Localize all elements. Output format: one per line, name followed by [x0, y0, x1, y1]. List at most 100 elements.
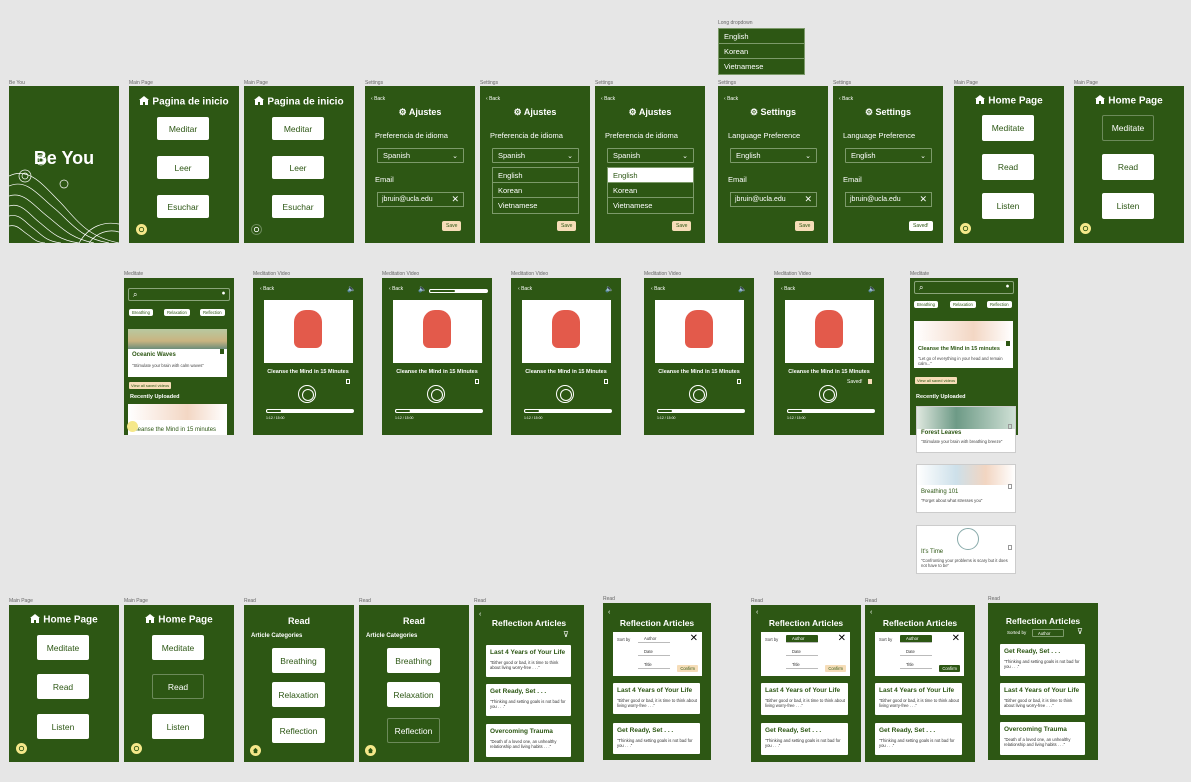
video-player[interactable] [785, 300, 874, 363]
meditate-button[interactable]: Meditar [272, 117, 324, 140]
article-card[interactable]: Last 4 Years of Your Life "Either good or… [486, 645, 571, 677]
long-dropdown[interactable]: English Korean Vietnamese [718, 28, 805, 75]
back-button[interactable]: ‹ Back [389, 286, 403, 292]
volume-icon[interactable]: 🔈 [605, 285, 614, 293]
article-card[interactable]: Get Ready, Set . . . "Thinking and settin… [761, 723, 848, 755]
progress-bar[interactable] [395, 409, 483, 413]
bookmark-icon[interactable] [1008, 484, 1012, 489]
volume-icon[interactable]: 🔈 [418, 285, 427, 293]
video-player[interactable] [522, 300, 611, 363]
video-list-item[interactable]: Breathing 101 "Forget about what stresse… [916, 464, 1016, 513]
category-reflection[interactable]: Reflection [272, 718, 325, 743]
listen-button[interactable]: Listen [1102, 193, 1154, 219]
settings-gear-button[interactable] [16, 743, 27, 754]
featured-video-card[interactable]: Oceanic Waves "Stimulate your brain with… [128, 329, 227, 377]
category-reflection[interactable]: Reflection [387, 718, 440, 743]
listen-button[interactable]: Esuchar [157, 195, 209, 218]
sort-option-date[interactable]: Date [900, 648, 932, 656]
bookmark-icon[interactable] [1008, 545, 1012, 550]
language-select[interactable]: English ⌄ [845, 148, 932, 163]
chip-reflection[interactable]: Reflection [987, 301, 1012, 308]
dropdown-option[interactable]: English [719, 29, 804, 44]
chip-relaxation[interactable]: Relaxation [950, 301, 976, 308]
back-chevron-icon[interactable]: ‹ [756, 609, 758, 616]
back-button[interactable]: ‹ Back [260, 286, 274, 292]
video-player[interactable] [393, 300, 482, 363]
microphone-icon[interactable]: ⏺ [1006, 284, 1009, 291]
article-card[interactable]: Overcoming Trauma "Death of a loved one, … [1000, 722, 1085, 755]
read-button[interactable]: Read [1102, 154, 1154, 180]
language-dropdown[interactable]: English Korean Vietnamese [607, 167, 694, 214]
meditate-button[interactable]: Meditate [152, 635, 204, 660]
chip-breathing[interactable]: Breathing [914, 301, 938, 308]
video-player[interactable] [655, 300, 744, 363]
bookmark-icon[interactable] [737, 379, 741, 384]
pause-button[interactable] [689, 385, 707, 403]
meditate-button[interactable]: Meditate [982, 115, 1034, 141]
dropdown-option[interactable]: English [493, 168, 578, 183]
featured-video-card[interactable]: Cleanse the Mind in 15 minutes "Let go o… [914, 321, 1013, 368]
bookmark-icon[interactable] [475, 379, 479, 384]
volume-icon[interactable]: 🔈 [738, 285, 747, 293]
sort-option-title[interactable]: Title [900, 661, 932, 669]
article-card[interactable]: Get Ready, Set . . . "Thinking and settin… [1000, 644, 1085, 676]
back-button[interactable]: ‹ Back [518, 286, 532, 292]
save-button[interactable]: Save [795, 221, 815, 231]
dropdown-option[interactable]: Korean [493, 183, 578, 198]
close-icon[interactable]: ✕ [690, 633, 698, 644]
search-input[interactable]: ⌕ ⏺ [128, 288, 230, 301]
dropdown-option[interactable]: Vietnamese [493, 198, 578, 213]
volume-slider[interactable] [429, 289, 488, 293]
settings-gear-button[interactable] [1080, 223, 1091, 234]
play-button[interactable] [298, 385, 316, 403]
article-card[interactable]: Last 4 Years of Your Life "Either good or… [875, 683, 962, 715]
recent-video-card[interactable]: Cleanse the Mind in 15 minutes [128, 404, 227, 435]
settings-gear-button[interactable] [960, 223, 971, 234]
article-card[interactable]: Overcoming Trauma "Death of a loved one, … [486, 724, 571, 757]
email-field[interactable]: jbruin@ucla.edu ✕ [377, 192, 464, 207]
bookmark-icon[interactable] [220, 349, 224, 354]
category-breathing[interactable]: Breathing [272, 648, 325, 673]
volume-icon[interactable]: 🔈 [868, 285, 877, 293]
listen-button[interactable]: Listen [982, 193, 1034, 219]
language-select[interactable]: English ⌄ [730, 148, 817, 163]
sort-option-date[interactable]: Date [786, 648, 818, 656]
language-dropdown[interactable]: English Korean Vietnamese [492, 167, 579, 214]
sorted-by-select[interactable]: Author [1032, 629, 1064, 637]
language-select[interactable]: Spanish ⌄ [492, 148, 579, 163]
listen-button[interactable]: Listen [37, 714, 89, 739]
back-button[interactable]: ‹ Back [371, 96, 385, 102]
bookmark-icon[interactable] [1006, 341, 1010, 346]
dropdown-option[interactable]: Korean [719, 44, 804, 59]
settings-gear-button[interactable] [251, 224, 262, 235]
video-list-item[interactable]: Forest Leaves "Stimulate your brain with… [916, 406, 1016, 453]
bookmark-icon[interactable] [346, 379, 350, 384]
progress-bar[interactable] [266, 409, 354, 413]
bookmark-icon[interactable] [1008, 424, 1012, 429]
read-button[interactable]: Read [152, 674, 204, 699]
close-icon[interactable]: ✕ [838, 633, 846, 644]
bookmark-icon[interactable] [604, 379, 608, 384]
article-card[interactable]: Last 4 Years of Your Life "Either good or… [761, 683, 848, 715]
volume-icon[interactable]: 🔈 [347, 285, 356, 293]
sort-option-date[interactable]: Date [638, 648, 670, 656]
category-relaxation[interactable]: Relaxation [272, 682, 325, 707]
dropdown-option[interactable]: Vietnamese [608, 198, 693, 213]
back-button[interactable]: ‹ Back [724, 96, 738, 102]
dropdown-option[interactable]: Vietnamese [719, 59, 804, 74]
meditate-button[interactable]: Meditar [157, 117, 209, 140]
confirm-button[interactable]: Confirm [825, 665, 846, 672]
article-card[interactable]: Get Ready, Set . . . "Thinking and settin… [486, 684, 571, 716]
confirm-button[interactable]: Confirm [939, 665, 960, 672]
language-select[interactable]: Spanish ⌄ [377, 148, 464, 163]
read-button[interactable]: Leer [157, 156, 209, 179]
progress-bar[interactable] [787, 409, 875, 413]
category-relaxation[interactable]: Relaxation [387, 682, 440, 707]
dropdown-option[interactable]: English [608, 168, 693, 183]
read-button[interactable]: Read [982, 154, 1034, 180]
bookmark-icon[interactable] [868, 379, 872, 384]
view-saved-button[interactable]: View all saved videos [915, 377, 958, 384]
back-chevron-icon[interactable]: ‹ [870, 609, 872, 616]
read-button[interactable]: Read [37, 674, 89, 699]
progress-bar[interactable] [657, 409, 745, 413]
